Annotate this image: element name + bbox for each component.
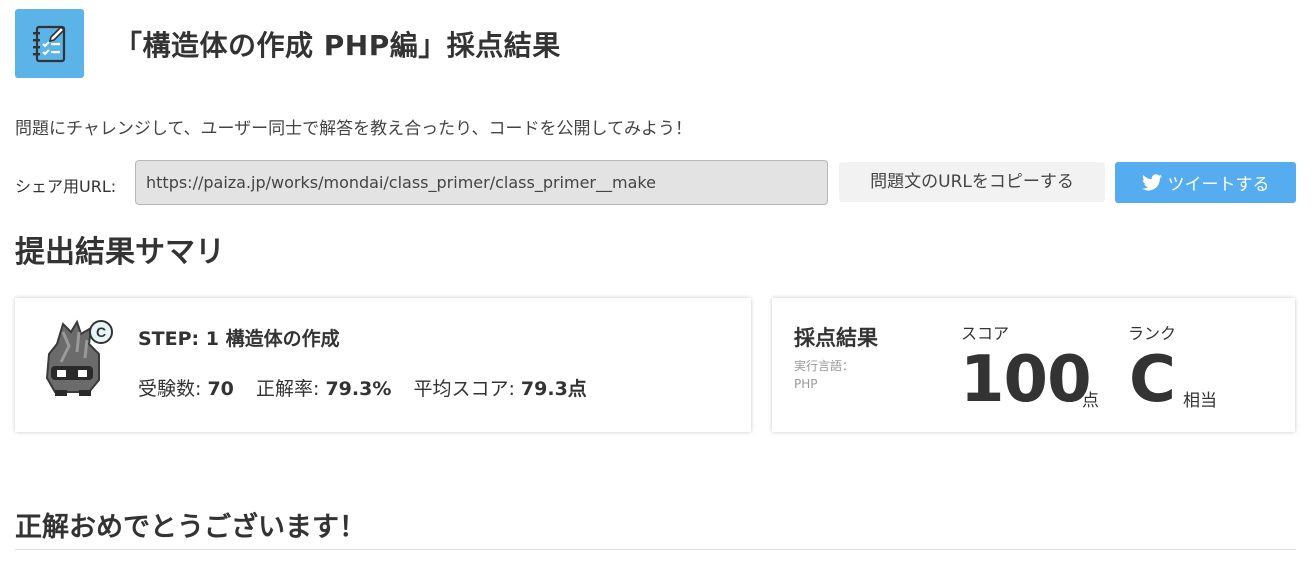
congrats-heading: 正解おめでとうございます！: [15, 512, 366, 543]
rank-value: C: [1129, 343, 1176, 417]
language-value: PHP: [794, 377, 818, 391]
twitter-bird-icon: [1141, 174, 1162, 191]
checklist-notebook-icon: [15, 9, 84, 78]
copy-url-button[interactable]: 問題文のURLをコピーする: [839, 162, 1105, 202]
average-score-label: 平均スコア:: [413, 378, 515, 400]
accuracy-value: 79.3%: [325, 378, 392, 400]
tweet-button[interactable]: ツイートする: [1115, 162, 1296, 203]
score-value: 100: [960, 343, 1092, 417]
page-description: 問題にチャレンジして、ユーザー同士で解答を教え合ったり、コードを公開してみよう！: [15, 119, 692, 139]
score-label: スコア: [961, 324, 1010, 343]
result-card: 採点結果 実行言語： PHP スコア 100 点 ランク C 相当: [772, 298, 1295, 432]
summary-heading: 提出結果サマリ: [15, 235, 225, 270]
result-label: 採点結果: [794, 326, 878, 350]
share-url-field[interactable]: https://paiza.jp/works/mondai/class_prim…: [135, 160, 828, 205]
score-unit: 点: [1082, 391, 1099, 411]
share-row: シェア用URL: https://paiza.jp/works/mondai/c…: [15, 160, 1296, 205]
examinees-label: 受験数:: [138, 378, 202, 400]
language-label: 実行言語：: [794, 359, 855, 373]
accuracy-label: 正解率:: [256, 378, 320, 400]
step-stats: 受験数: 70 正解率: 79.3% 平均スコア: 79.3点: [138, 374, 587, 401]
mascot-image: C: [41, 318, 113, 402]
rank-label: ランク: [1128, 324, 1177, 343]
divider: [15, 549, 1296, 550]
examinees-value: 70: [207, 378, 234, 400]
rank-unit: 相当: [1183, 391, 1217, 411]
tweet-button-label: ツイートする: [1167, 175, 1270, 195]
page-header: 「構造体の作成 PHP編」採点結果: [15, 9, 561, 78]
average-score-value: 79.3点: [520, 378, 587, 400]
step-title: STEP: 1 構造体の作成: [138, 328, 340, 350]
share-url-label: シェア用URL:: [15, 177, 117, 196]
page-title: 「構造体の作成 PHP編」採点結果: [114, 28, 561, 62]
step-summary-card: C STEP: 1 構造体の作成 受験数: 70 正解率: 79.3% 平均スコ…: [15, 298, 751, 432]
rank-badge-letter: C: [96, 324, 106, 340]
